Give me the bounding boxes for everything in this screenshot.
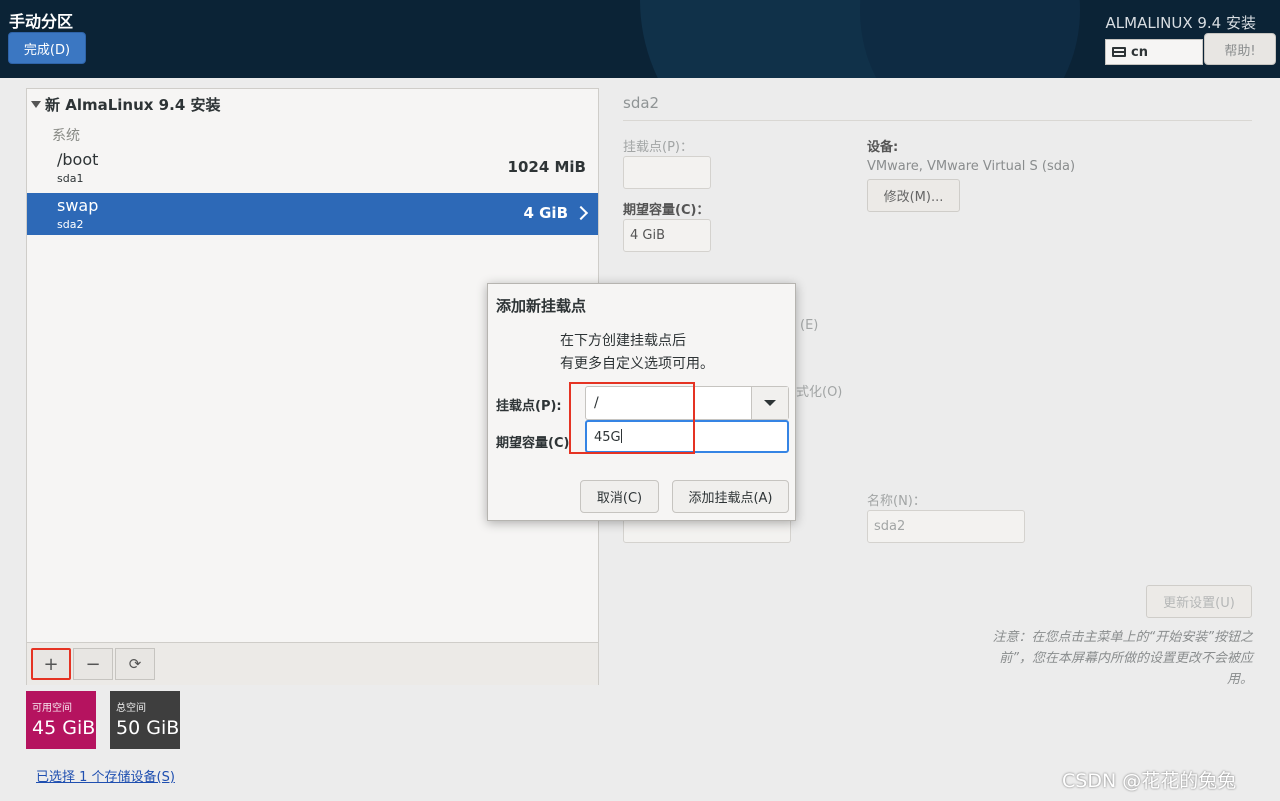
total-space-value: 50 GiB [116, 717, 180, 739]
partition-detail-title: sda2 [623, 94, 660, 112]
install-title: 新 AlmaLinux 9.4 安装 [45, 96, 221, 114]
highlight-annotation-box [569, 382, 695, 454]
header-decoration-2 [860, 0, 1080, 78]
done-button[interactable]: 完成(D) [8, 32, 86, 64]
partition-device: sda1 [57, 172, 84, 185]
dialog-description-line1: 在下方创建挂载点后 [560, 333, 686, 349]
dialog-mount-label: 挂载点(P): [496, 399, 562, 414]
add-mount-point-confirm-button[interactable]: 添加挂载点(A) [672, 480, 789, 513]
available-space-label: 可用空间 [32, 703, 72, 714]
available-space-box: 可用空间 45 GiB [26, 691, 96, 749]
partition-name: /boot [57, 150, 99, 169]
install-group-header[interactable]: 新 AlmaLinux 9.4 安装 [31, 94, 220, 115]
refresh-button[interactable]: ⟳ [115, 648, 155, 680]
partition-row-swap[interactable]: swap sda2 4 GiB [27, 193, 598, 235]
page-title: 手动分区 [9, 12, 74, 31]
name-field[interactable]: sda2 [867, 510, 1025, 543]
device-value: VMware, VMware Virtual S (sda) [867, 159, 1076, 174]
keyboard-layout-indicator[interactable]: cn [1105, 39, 1203, 65]
desired-capacity-field[interactable]: 4 GiB [623, 219, 711, 252]
partition-row-boot[interactable]: /boot sda1 1024 MiB [27, 147, 598, 189]
partition-name: swap [57, 196, 99, 215]
watermark: CSDN @花花的兔兔 [1062, 770, 1237, 792]
dropdown-arrow-icon[interactable] [751, 387, 788, 419]
help-button[interactable]: 帮助! [1204, 33, 1276, 65]
selected-storage-link[interactable]: 已选择 1 个存储设备(S) [36, 766, 175, 785]
device-label: 设备: [867, 140, 899, 155]
add-mount-point-button[interactable]: + [31, 648, 71, 680]
available-space-value: 45 GiB [32, 717, 96, 739]
add-mount-point-dialog: 添加新挂载点 在下方创建挂载点后 有更多自定义选项可用。 挂载点(P): / 期… [487, 283, 796, 521]
dialog-description: 在下方创建挂载点后 有更多自定义选项可用。 [560, 330, 714, 376]
partial-format-label: 式化(O) [796, 385, 843, 400]
total-space-label: 总空间 [116, 703, 146, 714]
partition-size: 4 GiB [523, 204, 568, 222]
product-title: ALMALINUX 9.4 安装 [1105, 14, 1256, 32]
dialog-capacity-label: 期望容量(C) [496, 436, 570, 451]
keyboard-layout-label: cn [1131, 44, 1148, 60]
settings-note: 注意：在您点击主菜单上的“开始安装”按钮之前”，您在本屏幕内所做的设置更改不会被… [992, 630, 1253, 687]
partition-toolbar: + − ⟳ [27, 642, 598, 685]
expander-triangle-icon [31, 101, 41, 108]
partition-device: sda2 [57, 218, 84, 231]
header-bar: 手动分区 完成(D) ALMALINUX 9.4 安装 cn 帮助! [0, 0, 1280, 78]
remove-mount-point-button[interactable]: − [73, 648, 113, 680]
update-settings-button[interactable]: 更新设置(U) [1146, 585, 1252, 618]
section-system-label: 系统 [52, 128, 80, 144]
dialog-title: 添加新挂载点 [496, 297, 587, 315]
partial-option-label: (E) [800, 318, 819, 333]
name-label: 名称(N)： [867, 494, 926, 509]
mount-point-field[interactable] [623, 156, 711, 189]
detail-separator [623, 120, 1252, 121]
chevron-right-icon [573, 205, 589, 221]
keyboard-icon [1112, 47, 1126, 57]
cancel-button[interactable]: 取消(C) [580, 480, 659, 513]
partition-size: 1024 MiB [507, 158, 586, 176]
dialog-description-line2: 有更多自定义选项可用。 [560, 356, 714, 372]
modify-device-button[interactable]: 修改(M)... [867, 179, 960, 212]
total-space-box: 总空间 50 GiB [110, 691, 180, 749]
desired-capacity-label: 期望容量(C)： [623, 203, 710, 218]
mount-point-label: 挂载点(P)： [623, 140, 693, 155]
